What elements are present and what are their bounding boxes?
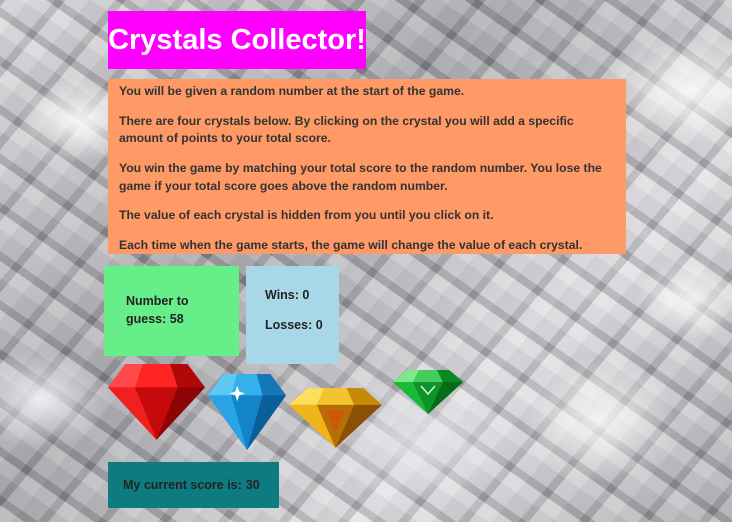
page-title: Crystals Collector! xyxy=(108,23,366,56)
red-crystal-button[interactable] xyxy=(108,362,205,440)
instructions-panel: You will be given a random number at the… xyxy=(108,79,626,254)
score-label: My current score is: xyxy=(123,478,242,492)
losses-row: Losses: 0 xyxy=(265,318,339,348)
target-number-box: Number to guess: 58 xyxy=(104,266,239,356)
green-crystal-button[interactable] xyxy=(393,368,463,414)
score-value: 30 xyxy=(245,478,260,492)
blue-crystal-button[interactable] xyxy=(208,372,286,450)
green-crystal-icon xyxy=(393,370,463,414)
losses-value: 0 xyxy=(315,318,323,332)
current-score-box: My current score is: 30 xyxy=(108,462,279,508)
target-value: 58 xyxy=(169,312,184,326)
yellow-crystal-button[interactable] xyxy=(289,386,382,448)
wins-label: Wins: xyxy=(265,288,299,302)
title-banner: Crystals Collector! xyxy=(108,11,366,69)
red-crystal-icon xyxy=(108,364,205,440)
wins-row: Wins: 0 xyxy=(265,288,339,318)
losses-label: Losses: xyxy=(265,318,313,332)
stats-box: Wins: 0 Losses: 0 xyxy=(246,266,339,364)
blue-crystal-icon xyxy=(208,373,286,450)
instruction-text: The value of each crystal is hidden from… xyxy=(119,208,494,223)
instruction-text: You will be given a random number at the… xyxy=(119,84,465,98)
wins-value: 0 xyxy=(302,288,310,302)
instruction-text: You win the game by matching your total … xyxy=(119,161,602,193)
instruction-text: There are four crystals below. By clicki… xyxy=(119,113,574,146)
instruction-text: Each time when the game starts, the game… xyxy=(119,238,583,253)
yellow-crystal-icon xyxy=(289,388,382,448)
